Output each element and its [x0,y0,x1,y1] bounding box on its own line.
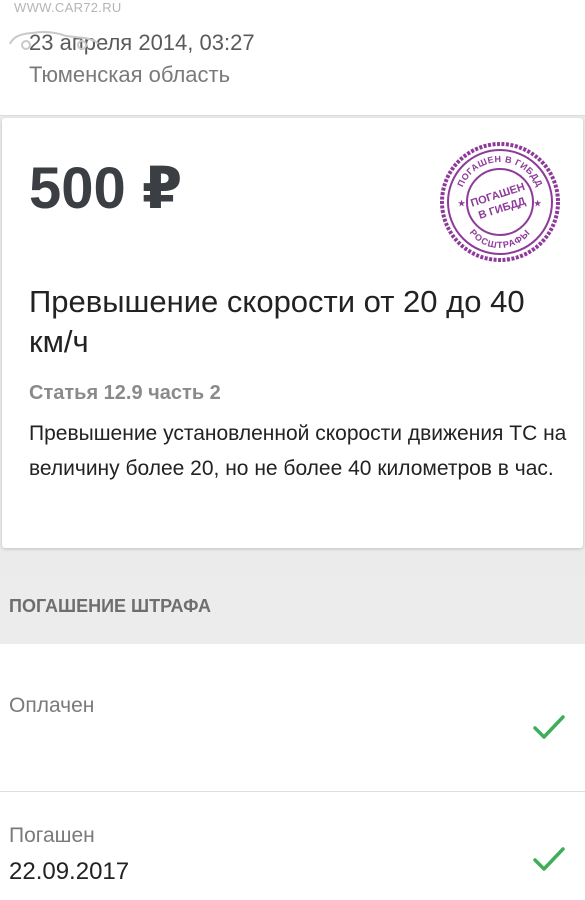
fine-card[interactable]: 500 ₽ ПОГАШЕН В ГИБДД РОСШТРАФЫ ПОГАШЕН … [2,118,583,548]
watermark-site: WWW.CAR72.RU [14,0,122,15]
payment-section-title: ПОГАШЕНИЕ ШТРАФА [9,596,212,616]
svg-text:★: ★ [534,199,542,208]
svg-text:★: ★ [458,199,466,208]
list-item[interactable]: Погашен 22.09.2017 [0,792,585,900]
svg-text:РОСШТРАФЫ: РОСШТРАФЫ [468,227,532,250]
paid-stamp-icon: ПОГАШЕН В ГИБДД РОСШТРАФЫ ПОГАШЕН В ГИБД… [440,142,560,262]
status-date-cleared: 22.09.2017 [9,858,130,885]
check-icon [533,715,565,739]
list-item[interactable]: Оплачен [0,644,585,792]
fine-title: Превышение скорости от 20 до 40 км/ч [29,284,525,359]
watermark-car-icon [9,31,99,50]
fine-region: Тюменская область [29,62,231,87]
fine-article: Статья 12.9 часть 2 [29,382,221,404]
payment-status-list: Оплачен Погашен 22.09.2017 [0,644,585,900]
status-label-cleared: Погашен [9,824,95,847]
check-icon [533,847,565,871]
fine-details-screen: 23 апреля 2014, 03:27 Тюменская область … [0,0,585,900]
svg-text:ПОГАШЕН В ГИБДД: ПОГАШЕН В ГИБДД [455,154,544,189]
fine-header-card: 23 апреля 2014, 03:27 Тюменская область [0,0,585,116]
fine-description: Превышение установленной скорости движен… [29,422,567,480]
status-label-paid: Оплачен [9,694,95,717]
fine-amount: 500 ₽ [29,156,183,221]
payment-section-header: ПОГАШЕНИЕ ШТРАФА [0,576,585,642]
